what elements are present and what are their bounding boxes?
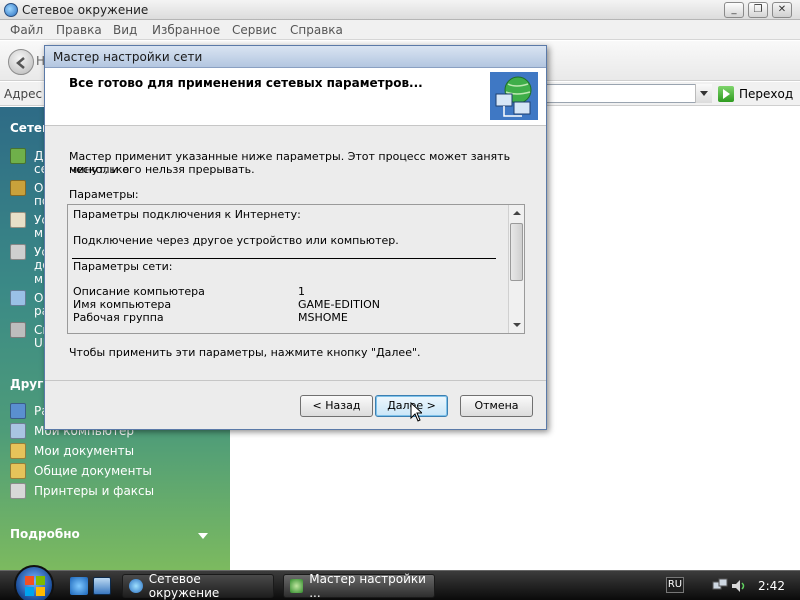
param-value: 1 [298, 285, 305, 298]
details-header[interactable]: Подробно [10, 527, 80, 541]
network-wizard-icon [490, 72, 538, 120]
param-name: Рабочая группа [73, 311, 164, 324]
chevron-down-icon[interactable] [198, 533, 208, 539]
section-divider [72, 258, 496, 259]
internet-explorer-icon[interactable] [70, 577, 88, 595]
language-indicator[interactable]: RU [666, 577, 684, 593]
place-shared-documents-label: Общие документы [34, 464, 152, 478]
window-titlebar: Сетевое окружение _ ❐ ✕ [0, 0, 800, 20]
menu-file[interactable]: Файл [10, 23, 43, 37]
intro-line-2: минут, и его нельзя прерывать. [69, 163, 255, 176]
menu-help[interactable]: Справка [290, 23, 343, 37]
back-button[interactable] [8, 49, 34, 75]
taskbar-item-network-wizard[interactable]: Мастер настройки ... [283, 572, 435, 600]
connections-icon [10, 180, 26, 196]
taskbar-item-label: Сетевое окружение [148, 572, 220, 600]
back-button[interactable]: < Назад [300, 395, 373, 417]
windows-logo-icon [25, 576, 45, 596]
task-item-4-label3: м [34, 272, 44, 286]
parameters-listbox[interactable]: Параметры подключения к Интернету: Подкл… [67, 204, 525, 334]
clock[interactable]: 2:42 [758, 579, 785, 593]
address-dropdown-button[interactable] [695, 84, 712, 103]
place-shared-documents[interactable]: Общие документы [10, 463, 152, 479]
vertical-scrollbar[interactable] [508, 205, 524, 333]
printers-icon [10, 483, 26, 499]
show-desktop-icon[interactable] [93, 577, 111, 595]
volume-icon[interactable] [730, 578, 746, 594]
network-tasks-icon [10, 148, 26, 164]
my-documents-icon [10, 443, 26, 459]
window-title: Сетевое окружение [4, 3, 148, 17]
dialog-divider [45, 380, 546, 381]
scroll-thumb[interactable] [510, 223, 523, 281]
window-title-text: Сетевое окружение [22, 3, 149, 17]
home-network-icon [10, 212, 26, 228]
dialog-title: Мастер настройки сети [53, 50, 203, 64]
upnp-icon [10, 322, 26, 338]
start-button[interactable] [14, 565, 54, 600]
network-settings-header: Параметры сети: [73, 260, 173, 273]
taskbar: Сетевое окружение Мастер настройки ... R… [0, 565, 800, 600]
address-label: Адрес [4, 87, 43, 101]
place-printers[interactable]: Принтеры и факсы [10, 483, 154, 499]
footer-text: Чтобы применить эти параметры, нажмите к… [69, 346, 421, 359]
params-label: Параметры: [69, 188, 139, 201]
scroll-down-arrow-icon[interactable] [509, 317, 524, 333]
go-label: Переход [739, 87, 794, 101]
printer-share-icon [10, 244, 26, 260]
taskbar-item-label: Мастер настройки ... [309, 572, 426, 600]
network-places-icon [4, 3, 18, 17]
close-button[interactable]: ✕ [772, 2, 792, 18]
address-input[interactable] [544, 84, 712, 103]
shared-documents-icon [10, 463, 26, 479]
menu-tools[interactable]: Сервис [232, 23, 277, 37]
menu-edit[interactable]: Правка [56, 23, 102, 37]
network-places-icon [129, 579, 143, 593]
place-my-documents-label: Мои документы [34, 444, 135, 458]
back-arrow-icon [16, 57, 25, 69]
place-printers-label: Принтеры и факсы [34, 484, 155, 498]
go-button[interactable]: Переход [718, 85, 793, 103]
scroll-up-arrow-icon[interactable] [509, 205, 524, 221]
go-arrow-icon [718, 86, 734, 102]
internet-settings-header: Параметры подключения к Интернету: [73, 208, 301, 221]
param-value: MSHOME [298, 311, 348, 324]
network-wizard-icon [290, 579, 304, 593]
dialog-header-title: Все готово для применения сетевых параме… [69, 76, 423, 90]
menu-favorites[interactable]: Избранное [152, 23, 220, 37]
network-status-icon[interactable] [712, 578, 728, 594]
minimize-button[interactable]: _ [724, 2, 744, 18]
taskbar-item-network-places[interactable]: Сетевое окружение [122, 572, 274, 600]
task-item-3-label2: м [34, 226, 44, 240]
desktop-icon [10, 403, 26, 419]
task-item-5-label: О [34, 291, 44, 305]
system-tray: RU 2:42 [650, 571, 800, 600]
param-name: Имя компьютера [73, 298, 172, 311]
param-value: GAME-EDITION [298, 298, 380, 311]
menu-view[interactable]: Вид [113, 23, 137, 37]
task-item-1-label: Д [34, 149, 44, 163]
param-name: Описание компьютера [73, 285, 205, 298]
internet-settings-value: Подключение через другое устройство или … [73, 234, 399, 247]
menu-bar: Файл Правка Вид Избранное Сервис Справка [0, 20, 800, 40]
maximize-button[interactable]: ❐ [748, 2, 768, 18]
place-desktop[interactable]: Ра [10, 403, 49, 419]
place-my-documents[interactable]: Мои документы [10, 443, 134, 459]
task-item-2-label: О [34, 181, 44, 195]
dialog-header: Все готово для применения сетевых параме… [45, 68, 546, 126]
network-setup-wizard-dialog: Мастер настройки сети Все готово для при… [44, 45, 547, 430]
cancel-button[interactable]: Отмена [460, 395, 533, 417]
my-computer-icon [10, 423, 26, 439]
dialog-titlebar[interactable]: Мастер настройки сети [45, 46, 546, 68]
mouse-pointer-icon [410, 402, 422, 422]
computers-icon [10, 290, 26, 306]
